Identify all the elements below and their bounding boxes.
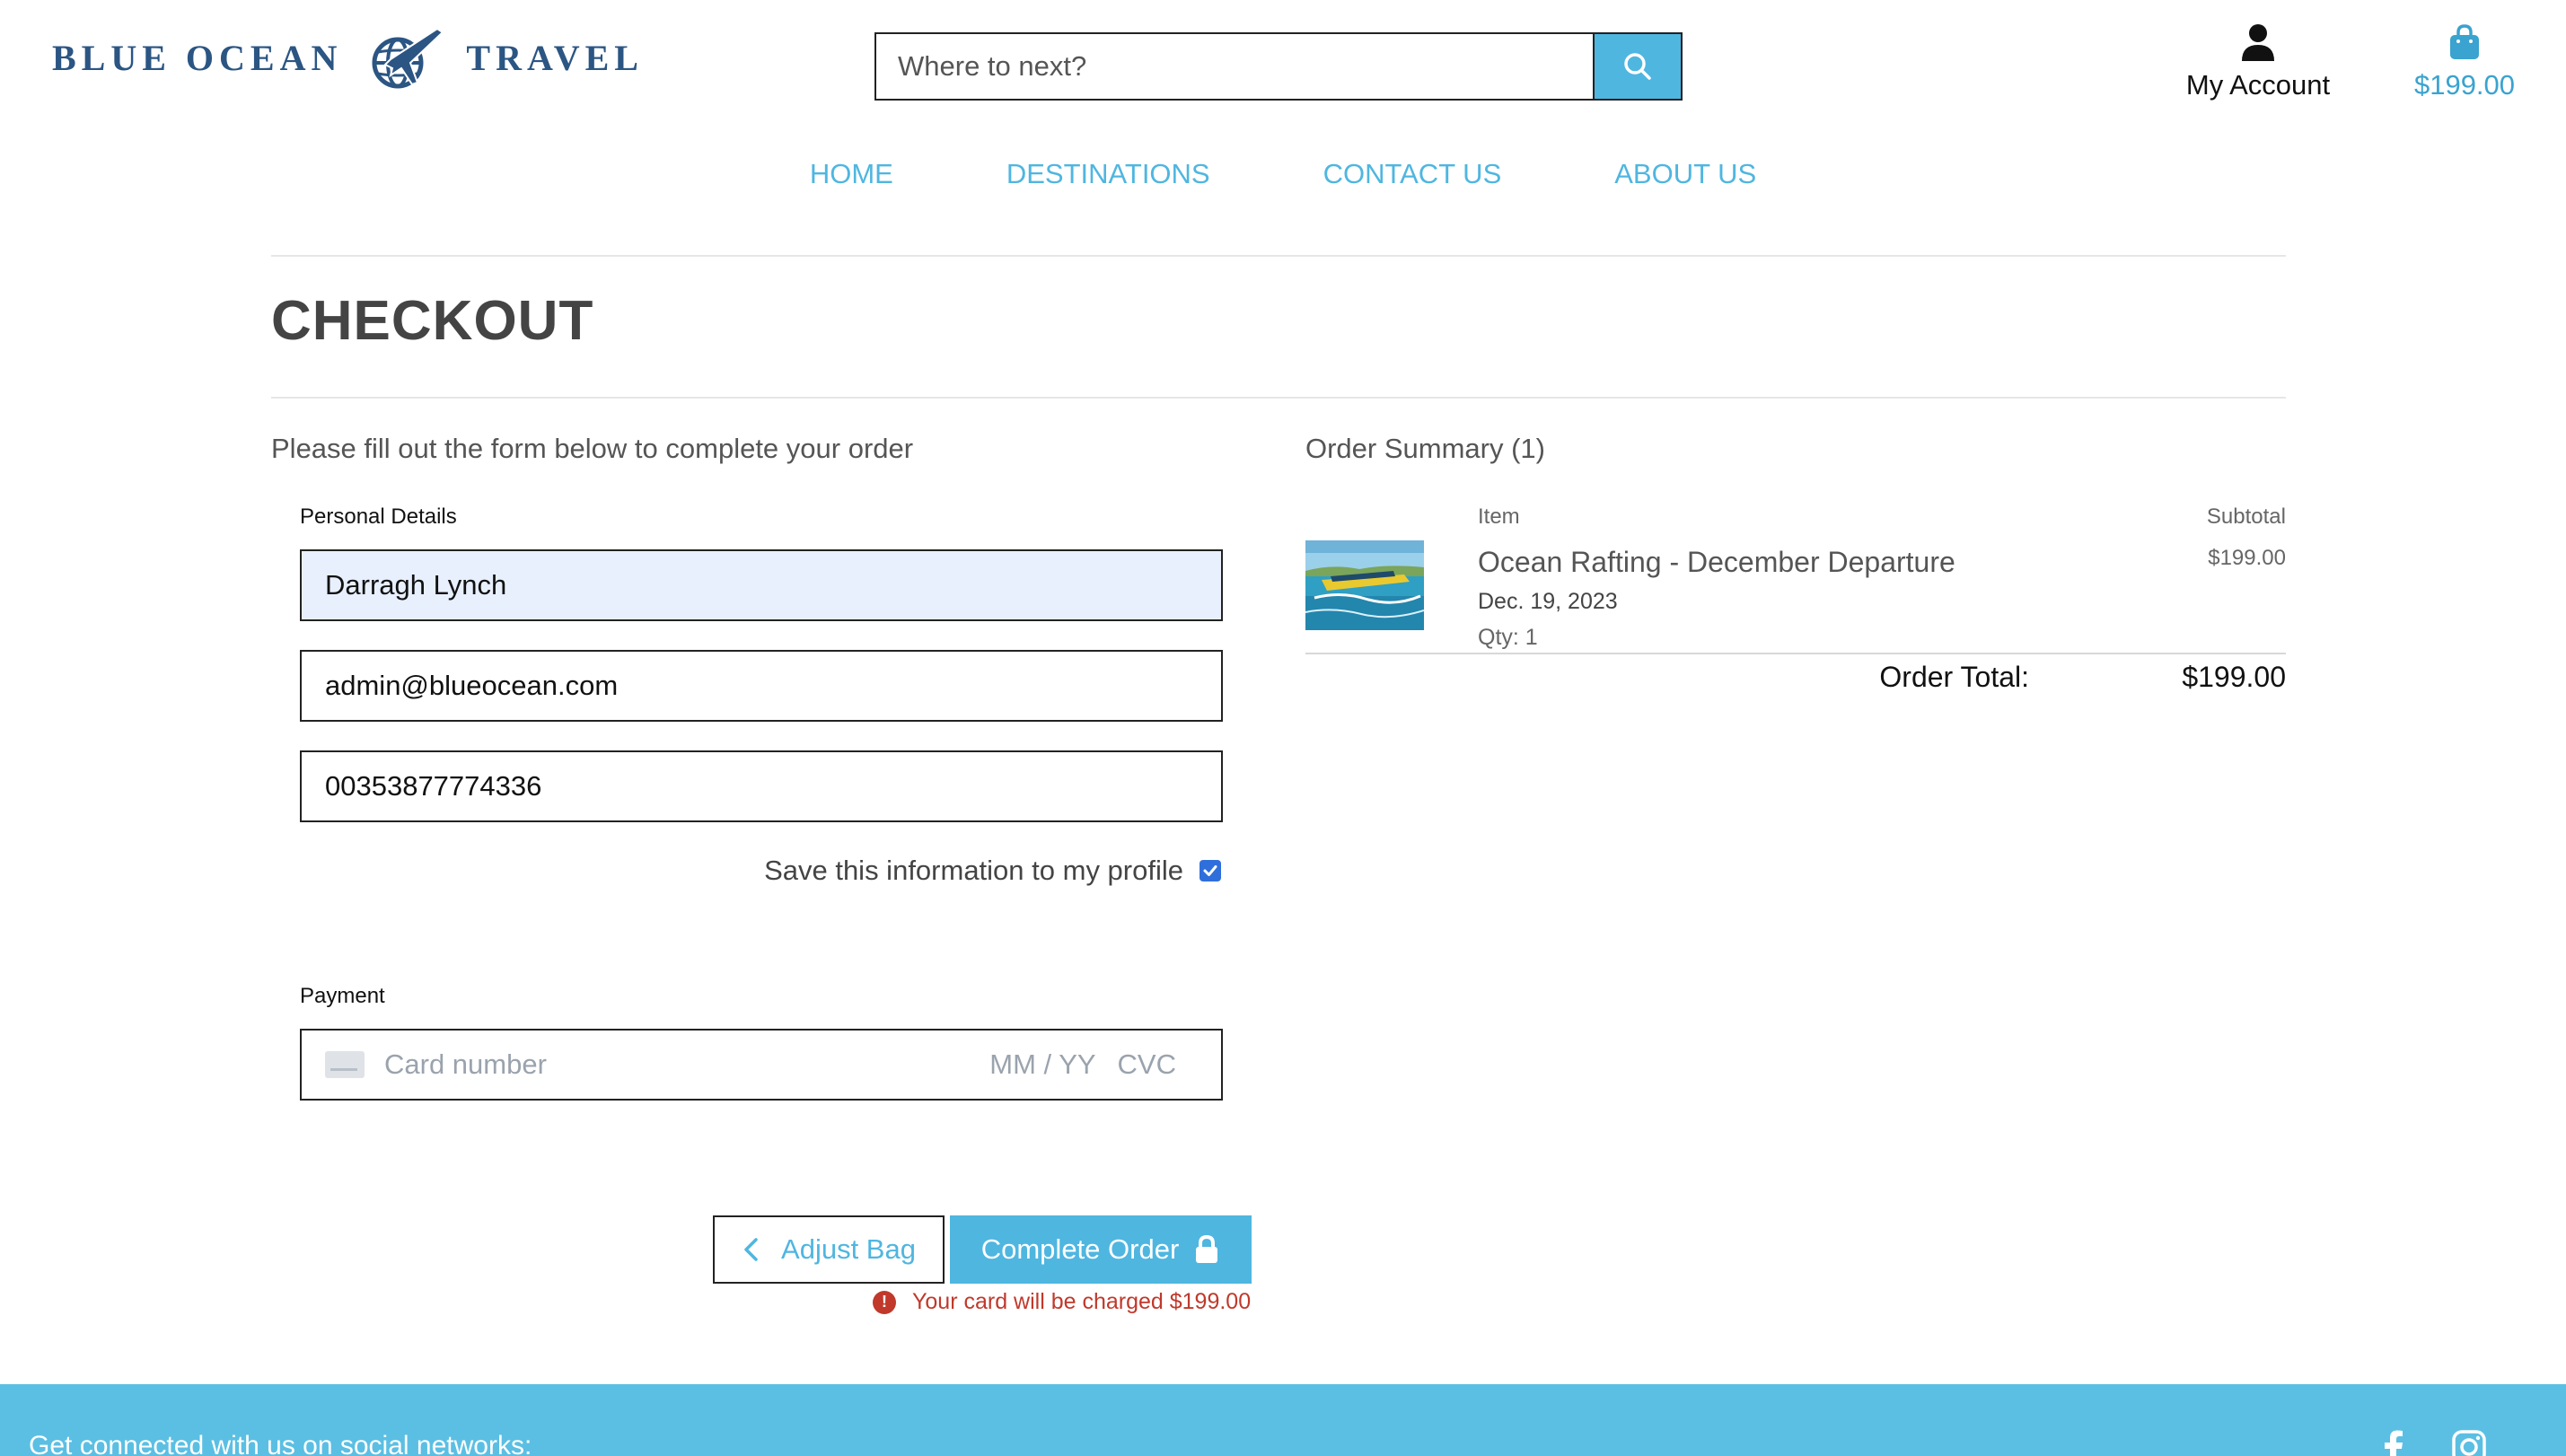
order-item-date: Dec. 19, 2023 [1478,589,1618,614]
logo-text-left: BLUE OCEAN [52,37,343,78]
payment-label: Payment [300,984,385,1008]
shopping-bag-link[interactable]: $199.00 [2397,23,2532,101]
lock-icon [1196,1234,1218,1263]
credit-card-icon [325,1051,365,1078]
charge-notice-text: Your card will be charged $199.00 [912,1289,1252,1314]
instagram-icon[interactable] [2451,1429,2487,1456]
search-input[interactable] [876,34,1593,99]
personal-details-label: Personal Details [300,504,457,529]
save-info-label: Save this information to my profile [764,855,1183,886]
adjust-bag-label: Adjust Bag [781,1233,916,1265]
nav-about-us[interactable]: ABOUT US [1614,158,1756,190]
site-logo[interactable]: BLUE OCEAN TRAVEL [52,25,644,90]
full-name-field[interactable]: Darragh Lynch [300,549,1223,621]
bag-total: $199.00 [2413,69,2516,101]
nav-home[interactable]: HOME [810,158,893,190]
card-expiry-input[interactable]: MM / YY [989,1048,1095,1081]
order-summary-title: Order Summary (1) [1305,433,1545,464]
card-element[interactable]: Card number MM / YY CVC [300,1029,1223,1101]
nav-contact-us[interactable]: CONTACT US [1323,158,1502,190]
shopping-bag-icon [2450,24,2479,59]
email-field[interactable]: admin@blueocean.com [300,650,1223,722]
card-number-input[interactable]: Card number [384,1048,989,1081]
main-nav: HOME DESTINATIONS CONTACT US ABOUT US [0,158,2566,190]
search-button[interactable] [1593,34,1681,99]
summary-divider [1305,653,2286,654]
my-account-link[interactable]: My Account [2173,23,2343,101]
divider [271,255,2286,257]
nav-destinations[interactable]: DESTINATIONS [1006,158,1210,190]
adjust-bag-button[interactable]: Adjust Bag [713,1215,945,1284]
page-title: CHECKOUT [271,290,594,352]
column-header-item: Item [1478,504,1520,529]
user-icon [2242,24,2274,61]
footer-social-text: Get connected with us on social networks… [29,1431,532,1456]
card-cvc-input[interactable]: CVC [1118,1048,1176,1081]
phone-field[interactable]: 00353877774336 [300,750,1223,822]
form-intro-text: Please fill out the form below to comple… [271,433,914,464]
order-item-subtotal: $199.00 [2208,546,2286,570]
search-icon [1624,53,1651,80]
complete-order-label: Complete Order [980,1233,1180,1265]
product-thumbnail[interactable] [1305,540,1424,630]
order-item-name: Ocean Rafting - December Departure [1478,546,1955,578]
chevron-left-icon [744,1238,758,1261]
order-total-value: $199.00 [2182,661,2286,693]
facebook-icon[interactable] [2376,1429,2412,1456]
order-total-label: Order Total: [1879,661,2029,693]
column-header-subtotal: Subtotal [2206,504,2286,529]
logo-text-right: TRAVEL [466,37,644,78]
charge-notice: ! Your card will be charged $199.00 [873,1289,1251,1315]
search-bar [874,32,1683,101]
warning-icon: ! [873,1290,896,1314]
globe-plane-logo-icon [372,27,444,89]
checkmark-icon [1203,865,1217,876]
order-item-qty: Qty: 1 [1478,625,1538,650]
complete-order-button[interactable]: Complete Order [950,1215,1252,1284]
save-info-row: Save this information to my profile [300,855,1223,887]
ocean-rafting-image [1305,540,1424,630]
my-account-label: My Account [2185,69,2331,101]
divider [271,397,2286,399]
save-info-checkbox[interactable] [1200,860,1221,881]
